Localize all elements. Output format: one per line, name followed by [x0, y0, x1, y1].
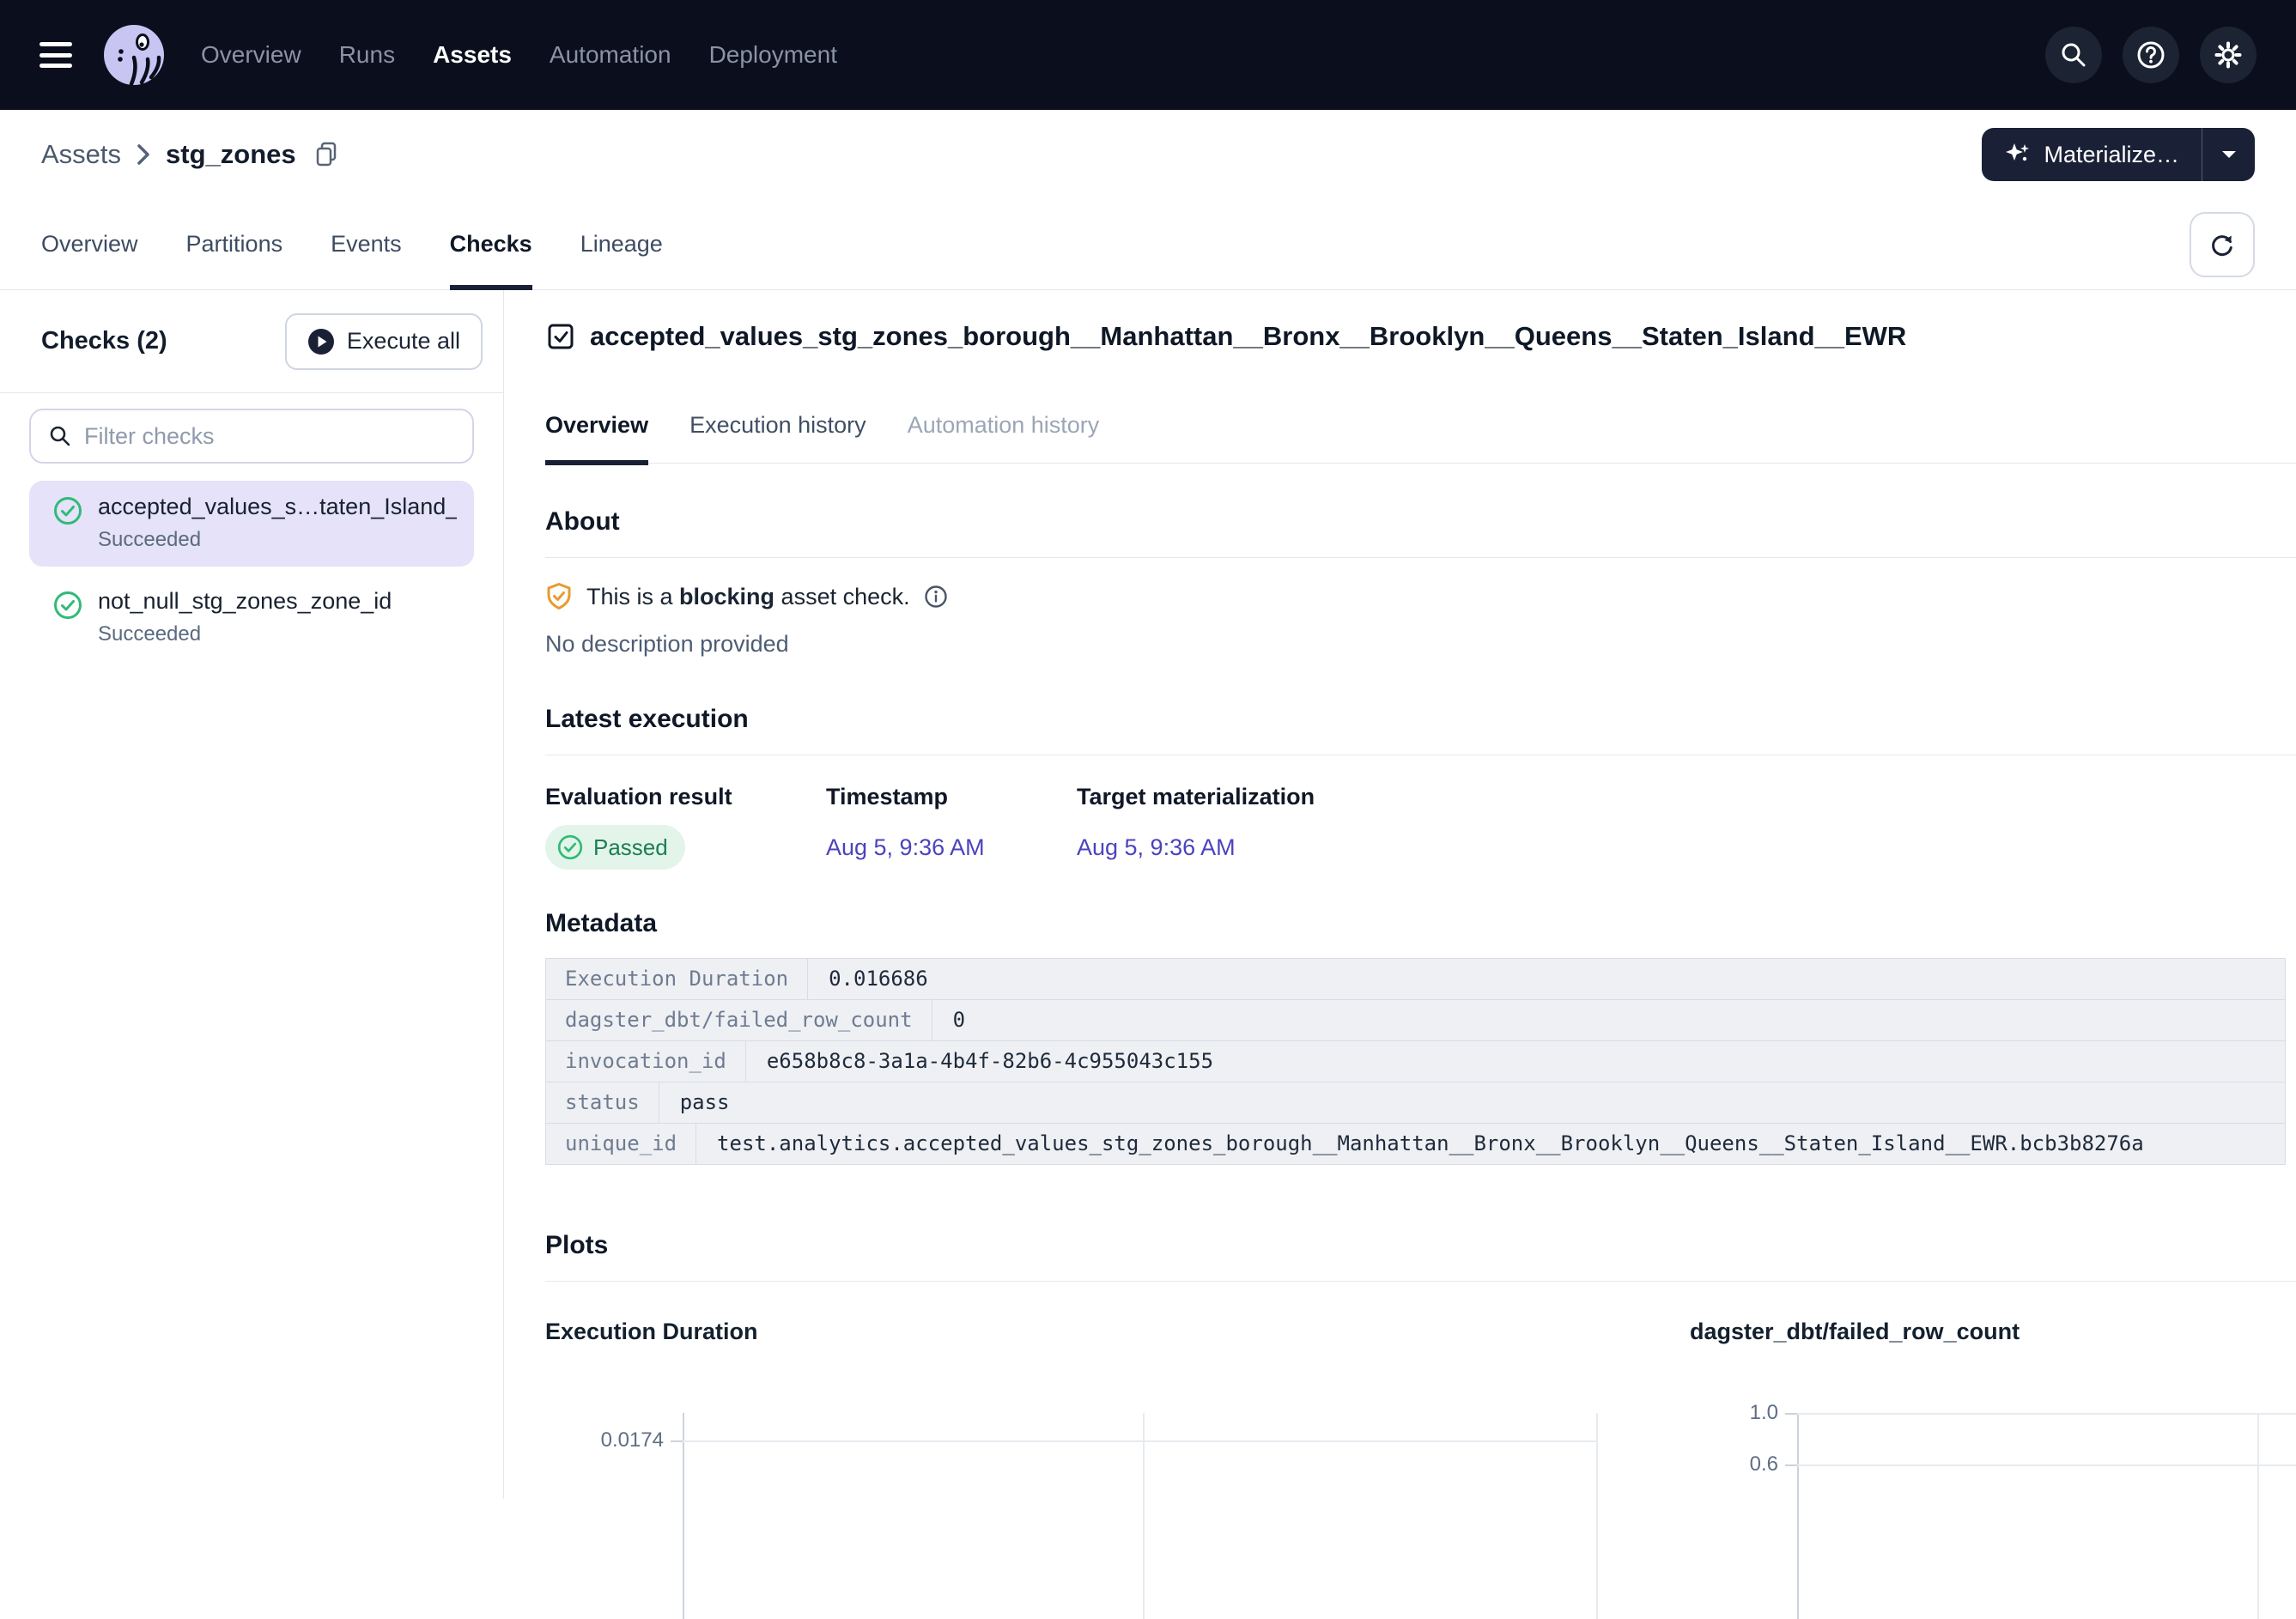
table-row: invocation_id e658b8c8-3a1a-4b4f-82b6-4c…	[546, 1041, 2285, 1082]
refresh-icon	[2207, 229, 2238, 260]
check-list-item-not-null[interactable]: not_null_stg_zones_zone_id Succeeded	[29, 575, 474, 661]
asset-tabs: Overview Partitions Events Checks Lineag…	[0, 199, 2296, 290]
breadcrumb-assets-link[interactable]: Assets	[41, 139, 121, 170]
latest-execution-summary: Evaluation result Timestamp Target mater…	[545, 782, 2296, 870]
refresh-button[interactable]	[2190, 212, 2255, 277]
checks-list: accepted_values_s…taten_Island_ Succeede…	[0, 477, 503, 664]
target-materialization-link[interactable]: Aug 5, 9:36 AM	[1077, 834, 1236, 861]
breadcrumb: Assets stg_zones	[41, 139, 339, 170]
checks-sidebar: Checks (2) Execute all accepted_values_s…	[0, 290, 504, 1499]
metadata-table: Execution Duration 0.016686 dagster_dbt/…	[545, 958, 2286, 1165]
divider	[545, 557, 2296, 558]
check-name: not_null_stg_zones_zone_id	[98, 588, 392, 615]
topbar-actions	[2045, 27, 2257, 83]
help-icon	[2135, 39, 2166, 70]
latest-execution-heading: Latest execution	[545, 702, 2296, 737]
failed-row-count-chart: dagster_dbt/failed_row_count 1.0 0.6	[1690, 1317, 2296, 1619]
tab-lineage[interactable]: Lineage	[580, 199, 663, 289]
materialize-split-button: Materialize…	[1982, 128, 2255, 181]
check-success-icon	[53, 496, 82, 552]
check-list-item-accepted-values[interactable]: accepted_values_s…taten_Island_ Succeede…	[29, 481, 474, 567]
tab-events[interactable]: Events	[331, 199, 402, 289]
info-icon[interactable]	[924, 585, 948, 609]
subtab-execution-history[interactable]: Execution history	[689, 412, 866, 463]
nav-deployment[interactable]: Deployment	[709, 41, 837, 69]
nav-automation[interactable]: Automation	[550, 41, 671, 69]
gear-icon	[2213, 39, 2244, 70]
y-axis-tick-label: 0.6	[1660, 1452, 1778, 1477]
play-circle-icon	[307, 328, 335, 355]
top-navigation-bar: Overview Runs Assets Automation Deployme…	[0, 0, 2296, 110]
check-name: accepted_values_s…taten_Island_	[98, 494, 457, 520]
divider	[545, 1281, 2296, 1282]
nav-overview[interactable]: Overview	[201, 41, 301, 69]
table-row: dagster_dbt/failed_row_count 0	[546, 1000, 2285, 1041]
menu-icon[interactable]	[39, 42, 72, 68]
plots-heading: Plots	[545, 1228, 2296, 1263]
filter-checks-field	[29, 409, 474, 464]
passed-badge: Passed	[545, 825, 685, 870]
dagster-logo-icon[interactable]	[101, 22, 167, 88]
table-row: status pass	[546, 1082, 2285, 1124]
check-status: Succeeded	[98, 528, 457, 552]
check-detail-tabs: Overview Execution history Automation hi…	[545, 412, 2296, 464]
metadata-heading: Metadata	[545, 907, 2296, 941]
copy-button[interactable]	[313, 141, 339, 168]
timestamp-link[interactable]: Aug 5, 9:36 AM	[826, 834, 985, 861]
plots-section: Execution Duration 0.0174 dagster_dbt/fa…	[545, 1317, 2296, 1619]
y-axis-tick-label: 1.0	[1660, 1401, 1778, 1425]
copy-icon	[313, 141, 339, 168]
help-button[interactable]	[2123, 27, 2179, 83]
search-button[interactable]	[2045, 27, 2102, 83]
execution-duration-chart: Execution Duration 0.0174	[545, 1317, 1604, 1619]
materialize-dropdown-button[interactable]	[2202, 128, 2255, 181]
filter-checks-input[interactable]	[84, 423, 455, 450]
subtab-automation-history: Automation history	[908, 412, 1100, 463]
check-success-icon	[53, 591, 82, 646]
search-icon	[48, 424, 72, 448]
tab-overview[interactable]: Overview	[41, 199, 138, 289]
col-timestamp: Timestamp	[826, 782, 1077, 811]
check-success-icon	[557, 834, 583, 860]
asset-check-icon	[545, 321, 576, 352]
nav-runs[interactable]: Runs	[339, 41, 395, 69]
top-nav: Overview Runs Assets Automation Deployme…	[201, 41, 837, 69]
chevron-right-icon	[137, 143, 150, 166]
check-status: Succeeded	[98, 622, 392, 646]
y-axis-tick-label: 0.0174	[545, 1428, 664, 1452]
tab-checks[interactable]: Checks	[450, 199, 532, 289]
execute-all-button[interactable]: Execute all	[285, 313, 483, 370]
nav-assets[interactable]: Assets	[433, 41, 512, 69]
col-target-materialization: Target materialization	[1077, 782, 2296, 811]
shield-check-icon	[545, 582, 573, 611]
checks-count-title: Checks (2)	[41, 327, 167, 355]
materialize-button[interactable]: Materialize…	[1982, 128, 2202, 181]
tab-partitions[interactable]: Partitions	[186, 199, 283, 289]
no-description-text: No description provided	[545, 631, 2296, 658]
breadcrumb-current-asset: stg_zones	[166, 139, 296, 170]
sparkle-icon	[2004, 141, 2032, 168]
settings-button[interactable]	[2200, 27, 2257, 83]
col-evaluation-result: Evaluation result	[545, 782, 826, 811]
about-heading: About	[545, 505, 2296, 539]
search-icon	[2059, 40, 2088, 70]
table-row: unique_id test.analytics.accepted_values…	[546, 1124, 2285, 1164]
check-detail-title: accepted_values_stg_zones_borough__Manha…	[590, 321, 1906, 352]
blocking-note: This is a blocking asset check.	[545, 582, 2296, 611]
check-detail-panel: accepted_values_stg_zones_borough__Manha…	[504, 290, 2296, 1499]
breadcrumb-row: Assets stg_zones Materialize…	[0, 110, 2296, 199]
table-row: Execution Duration 0.016686	[546, 959, 2285, 1000]
caret-down-icon	[2221, 150, 2237, 159]
subtab-overview[interactable]: Overview	[545, 412, 648, 463]
